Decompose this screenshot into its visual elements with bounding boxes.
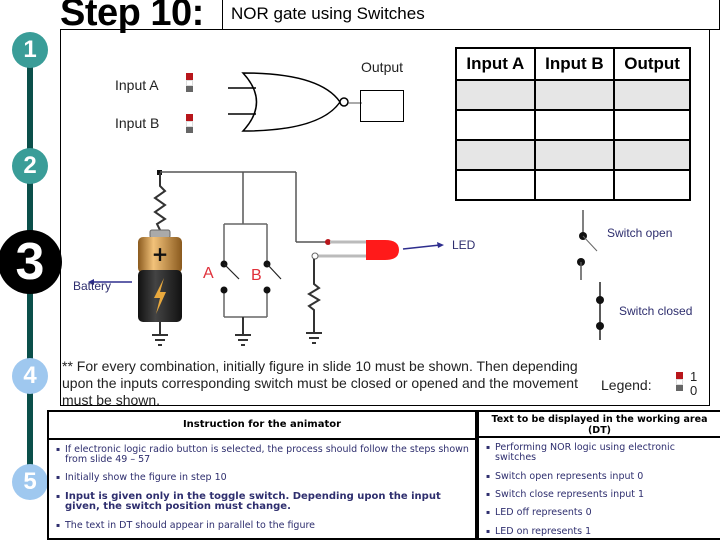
ground-symbol xyxy=(152,322,168,346)
table-row xyxy=(455,169,691,201)
table-cell xyxy=(455,109,536,141)
led-icon xyxy=(311,239,399,260)
table-row xyxy=(455,109,691,141)
toggle-on-indicator xyxy=(186,73,193,80)
output-indicator-box xyxy=(360,90,404,122)
display-text-item: Switch close represents input 1 xyxy=(486,490,716,501)
display-text-panel: Text to be displayed in the working area… xyxy=(477,410,720,540)
top-wire xyxy=(157,170,328,243)
table-cell xyxy=(455,139,536,171)
step-5-circle[interactable]: 5 xyxy=(12,464,48,500)
table-cell xyxy=(533,169,616,201)
output-label: Output xyxy=(361,59,404,75)
switch-open-symbol xyxy=(577,210,598,280)
display-text-item: LED on represents 1 xyxy=(486,527,716,538)
battery-label: Battery xyxy=(73,279,112,293)
switch-b-label: B xyxy=(251,267,262,284)
led-resistor xyxy=(306,259,322,344)
legend-label: Legend: xyxy=(601,377,652,393)
switch-a[interactable] xyxy=(220,260,240,294)
display-text-title: Text to be displayed in the working area… xyxy=(479,412,720,438)
legend-off-value: 0 xyxy=(690,383,698,398)
display-text-item: Performing NOR logic using electronic sw… xyxy=(486,443,716,463)
table-cell xyxy=(533,79,616,111)
switch-open-label: Switch open xyxy=(607,226,673,240)
nor-gate-symbol xyxy=(228,72,349,132)
input-a-toggle-switch[interactable] xyxy=(186,73,194,92)
toggle-off-indicator xyxy=(186,127,193,133)
truth-table: Input A Input B Output xyxy=(455,47,691,201)
input-b-label: Input B xyxy=(115,115,160,131)
step-1-circle[interactable]: 1 xyxy=(12,32,48,68)
table-cell xyxy=(613,169,691,201)
header-input-b: Input B xyxy=(533,47,616,81)
animation-note: ** For every combination, initially figu… xyxy=(62,358,578,408)
switch-symbol-legend xyxy=(577,210,604,340)
table-cell xyxy=(455,79,536,111)
step-4-circle[interactable]: 4 xyxy=(12,358,48,394)
led-label: LED xyxy=(452,238,476,252)
header-input-a: Input A xyxy=(455,47,536,81)
input-a-label: Input A xyxy=(115,77,159,93)
instruction-item: The text in DT should appear in parallel… xyxy=(56,521,471,532)
table-cell xyxy=(613,139,691,171)
toggle-off-indicator xyxy=(676,385,683,391)
display-text-item: Switch open represents input 0 xyxy=(486,472,716,483)
animator-instructions-panel: Instruction for the animator If electron… xyxy=(47,410,477,540)
table-cell xyxy=(613,79,691,111)
switch-b[interactable] xyxy=(263,260,282,294)
battery-icon: + xyxy=(138,229,182,322)
truth-table-header: Input A Input B Output xyxy=(455,47,691,81)
table-row xyxy=(455,79,691,111)
table-cell xyxy=(533,109,616,141)
step-2-circle[interactable]: 2 xyxy=(12,148,48,184)
table-cell xyxy=(533,139,616,171)
switch-closed-label: Switch closed xyxy=(619,304,693,318)
legend-values: 1 0 xyxy=(690,370,697,398)
step-subtitle: NOR gate using Switches xyxy=(222,0,720,30)
step-3-circle[interactable]: 3 xyxy=(0,230,62,294)
instruction-item: Initially show the figure in step 10 xyxy=(56,473,471,484)
header-output: Output xyxy=(613,47,691,81)
legend-on-value: 1 xyxy=(690,369,698,384)
legend-toggle-icon xyxy=(676,372,684,391)
toggle-on-indicator xyxy=(676,372,683,379)
switch-closed-symbol xyxy=(596,282,604,340)
svg-text:+: + xyxy=(152,242,169,266)
table-cell xyxy=(613,109,691,141)
toggle-off-indicator xyxy=(186,86,193,92)
toggle-on-indicator xyxy=(186,114,193,121)
table-cell xyxy=(455,169,536,201)
input-b-toggle-switch[interactable] xyxy=(186,114,194,133)
switch-a-label: A xyxy=(203,265,214,282)
led-arrow-head xyxy=(437,242,444,248)
led-arrow xyxy=(402,244,441,250)
circuit-diagram: + xyxy=(88,170,444,346)
display-text-item: LED off represents 0 xyxy=(486,508,716,519)
instruction-item: Input is given only in the toggle switch… xyxy=(56,492,471,512)
table-row xyxy=(455,139,691,171)
instruction-item: If electronic logic radio button is sele… xyxy=(56,445,471,465)
battery-resistor xyxy=(153,173,167,231)
instructions-title: Instruction for the animator xyxy=(49,412,475,440)
